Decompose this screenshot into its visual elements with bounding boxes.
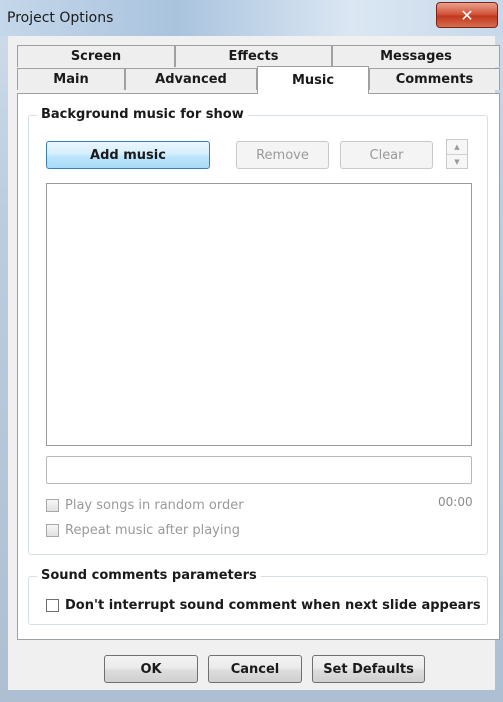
tab-main[interactable]: Main <box>17 68 125 90</box>
sound-comments-group-title: Sound comments parameters <box>37 568 261 583</box>
tab-label: Screen <box>70 49 122 64</box>
random-order-label: Play songs in random order <box>65 498 244 513</box>
clear-button[interactable]: Clear <box>340 141 433 169</box>
window-title: Project Options <box>7 10 114 26</box>
tab-label: Music <box>291 73 335 88</box>
repeat-music-label: Repeat music after playing <box>65 523 240 538</box>
tab-label: Effects <box>228 49 279 64</box>
music-list[interactable] <box>46 183 472 446</box>
tab-messages[interactable]: Messages <box>332 45 500 67</box>
cancel-button[interactable]: Cancel <box>208 655 302 683</box>
title-bar[interactable]: Project Options ✕ <box>0 0 503 36</box>
move-down-icon[interactable]: ▼ <box>447 154 467 169</box>
playback-time: 00:00 <box>438 495 473 509</box>
project-options-window: Project Options ✕ Screen Effects Message… <box>0 0 503 702</box>
tab-comments[interactable]: Comments <box>369 68 500 90</box>
move-up-icon[interactable]: ▲ <box>447 140 467 154</box>
ok-button[interactable]: OK <box>104 655 198 683</box>
remove-button[interactable]: Remove <box>236 141 329 169</box>
add-music-button[interactable]: Add music <box>46 141 210 169</box>
repeat-music-checkbox[interactable] <box>46 524 59 537</box>
tab-label: Comments <box>395 72 474 87</box>
tab-label: Messages <box>380 49 452 64</box>
close-icon: ✕ <box>460 5 474 25</box>
tab-screen[interactable]: Screen <box>17 45 175 67</box>
dont-interrupt-checkbox-row[interactable]: Don't interrupt sound comment when next … <box>46 598 481 613</box>
tab-effects[interactable]: Effects <box>175 45 332 67</box>
close-button[interactable]: ✕ <box>436 2 498 28</box>
tab-music[interactable]: Music <box>257 66 369 94</box>
background-music-group-title: Background music for show <box>37 107 248 122</box>
tab-advanced[interactable]: Advanced <box>125 68 257 90</box>
dont-interrupt-checkbox[interactable] <box>46 599 59 612</box>
tab-label: Advanced <box>155 72 227 87</box>
repeat-music-checkbox-row[interactable]: Repeat music after playing <box>46 523 240 538</box>
tab-label: Main <box>53 72 89 87</box>
dont-interrupt-label: Don't interrupt sound comment when next … <box>65 598 481 613</box>
random-order-checkbox[interactable] <box>46 499 59 512</box>
playback-progress-bar[interactable] <box>46 456 472 484</box>
reorder-spin-buttons[interactable]: ▲ ▼ <box>446 139 468 169</box>
random-order-checkbox-row[interactable]: Play songs in random order <box>46 498 244 513</box>
set-defaults-button[interactable]: Set Defaults <box>312 655 425 683</box>
